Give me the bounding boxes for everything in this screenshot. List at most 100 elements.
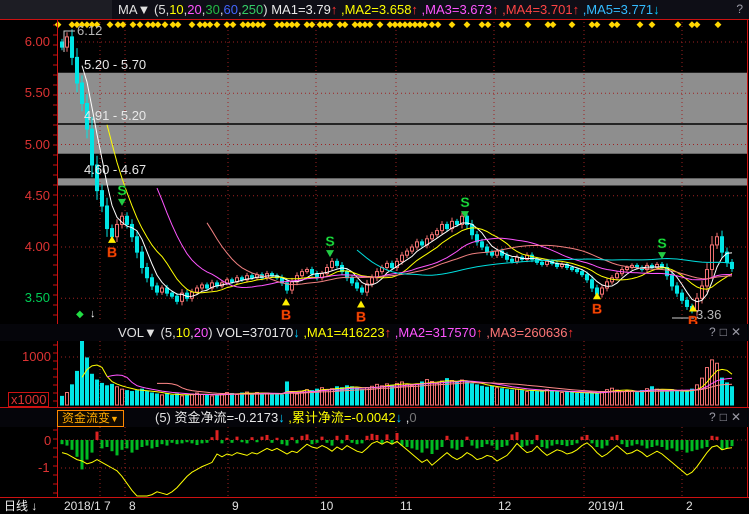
- flow-bar-negative: [66, 440, 69, 446]
- flow-bar-negative: [596, 440, 599, 447]
- close-icon[interactable]: ✕: [731, 325, 745, 339]
- candle-body: [126, 216, 129, 224]
- date-tick-label: 2019/1: [588, 499, 625, 513]
- flow-bar-negative: [646, 440, 649, 448]
- event-diamond-icon: ◆: [649, 19, 656, 29]
- volume-bar: [271, 394, 274, 405]
- flow-bar-positive: [336, 436, 339, 440]
- buy-arrow-icon: [282, 298, 290, 305]
- volume-bar: [366, 388, 369, 405]
- event-diamond-icon: ◆: [505, 19, 512, 29]
- help-icon[interactable]: ?: [709, 410, 720, 424]
- flow-bar-positive: [266, 435, 269, 440]
- flow-bar-negative: [731, 440, 734, 446]
- header-segment: 5: [165, 325, 172, 340]
- volume-bar: [526, 392, 529, 405]
- volume-bar: [411, 386, 414, 405]
- header-segment: ,MA5=3.771: [579, 2, 653, 17]
- flow-bar-positive: [251, 437, 254, 440]
- volume-bar: [696, 385, 699, 405]
- header-segment: ↑: [568, 325, 575, 340]
- volume-bar: [86, 358, 89, 405]
- candle-body: [711, 245, 714, 270]
- header-segment: 30: [205, 2, 219, 17]
- flow-bar-positive: [616, 435, 619, 440]
- volume-bar: [536, 392, 539, 405]
- period-selector[interactable]: 日线 ↓: [4, 499, 37, 513]
- flow-bar-negative: [486, 440, 489, 444]
- flow-bar-negative: [256, 440, 259, 442]
- volume-bar: [61, 396, 64, 405]
- volume-axis-label: 1000: [22, 350, 51, 363]
- candle-body: [176, 296, 179, 301]
- date-tick-label: 2: [686, 499, 693, 513]
- price-axis-label: 4.50: [0, 189, 50, 203]
- sell-arrow-icon: [326, 250, 334, 257]
- candle-body: [361, 288, 364, 292]
- flow-bar-negative: [691, 440, 694, 451]
- flow-bar-negative: [521, 440, 524, 447]
- help-icon[interactable]: ?: [736, 2, 747, 16]
- flow-bar-negative: [621, 440, 624, 444]
- candle-body: [231, 280, 234, 282]
- header-segment: ▼: [144, 325, 157, 340]
- price-ma-line: [207, 223, 732, 285]
- volume-bar: [586, 393, 589, 405]
- price-axis-label: 5.00: [0, 138, 50, 152]
- volume-bar: [281, 395, 284, 405]
- event-diamond-icon: ◆: [422, 19, 429, 29]
- volume-bar: [116, 387, 119, 405]
- header-segment: 60: [223, 2, 237, 17]
- candle-body: [196, 288, 199, 292]
- volume-bar: [551, 391, 554, 405]
- flow-bar-negative: [196, 440, 199, 445]
- header-segment: 0: [409, 410, 416, 425]
- maximize-icon[interactable]: □: [720, 410, 731, 424]
- vol-indicator-selector[interactable]: VOL▼ (5,10,20) VOL=370170↓ ,MA1=416223↑ …: [118, 324, 574, 341]
- ma-indicator-selector[interactable]: MA▼ (5,10,20,30,60,250) MA1=3.79↑ ,MA2=3…: [118, 0, 660, 19]
- flow-bar-positive: [586, 435, 589, 440]
- header-segment: ,MA1=416223: [300, 325, 385, 340]
- flow-bar-negative: [671, 440, 674, 448]
- candle-body: [271, 274, 274, 276]
- flow-cumulative-line: [62, 441, 732, 496]
- flow-bar-negative: [136, 440, 139, 450]
- flow-bar-positive: [216, 430, 219, 440]
- help-icon[interactable]: ?: [709, 325, 720, 339]
- candle-body: [431, 235, 434, 239]
- flow-indicator-selector[interactable]: 资金流变▼: [57, 410, 124, 427]
- volume-bar: [511, 390, 514, 405]
- candle-body: [311, 270, 314, 274]
- volume-bar: [631, 392, 634, 405]
- maximize-icon[interactable]: □: [720, 325, 731, 339]
- volume-multiplier-label: x1000: [8, 392, 49, 407]
- flow-bar-negative: [491, 440, 494, 446]
- flow-bar-negative: [281, 440, 284, 444]
- candle-body: [151, 278, 154, 286]
- flow-bar-negative: [186, 440, 189, 442]
- flow-bar-negative: [231, 440, 234, 443]
- flow-bar-positive: [96, 432, 99, 440]
- resistance-band: [57, 178, 747, 185]
- volume-bar: [476, 385, 479, 405]
- band-range-label: 4.60 - 4.67: [84, 163, 146, 177]
- volume-bar: [361, 390, 364, 405]
- event-diamond-icon: ◆: [130, 19, 137, 29]
- volume-bar: [126, 391, 129, 405]
- flow-bar-negative: [81, 440, 84, 469]
- flow-bar-negative: [626, 440, 629, 447]
- volume-bar: [691, 389, 694, 405]
- event-diamond-icon: ◆: [55, 19, 62, 29]
- buy-marker: B: [592, 300, 602, 316]
- candle-body: [416, 242, 419, 247]
- flow-bar-negative: [686, 440, 689, 453]
- candle-body: [336, 261, 339, 265]
- volume-bar: [141, 389, 144, 405]
- volume-bar: [356, 388, 359, 405]
- low-price-annotation: 3.36: [696, 308, 721, 321]
- event-diamond-icon: ◆: [342, 19, 349, 29]
- close-icon[interactable]: ✕: [731, 410, 745, 424]
- volume-bar: [716, 363, 719, 405]
- candle-body: [581, 272, 584, 275]
- header-segment: ↓: [653, 2, 660, 17]
